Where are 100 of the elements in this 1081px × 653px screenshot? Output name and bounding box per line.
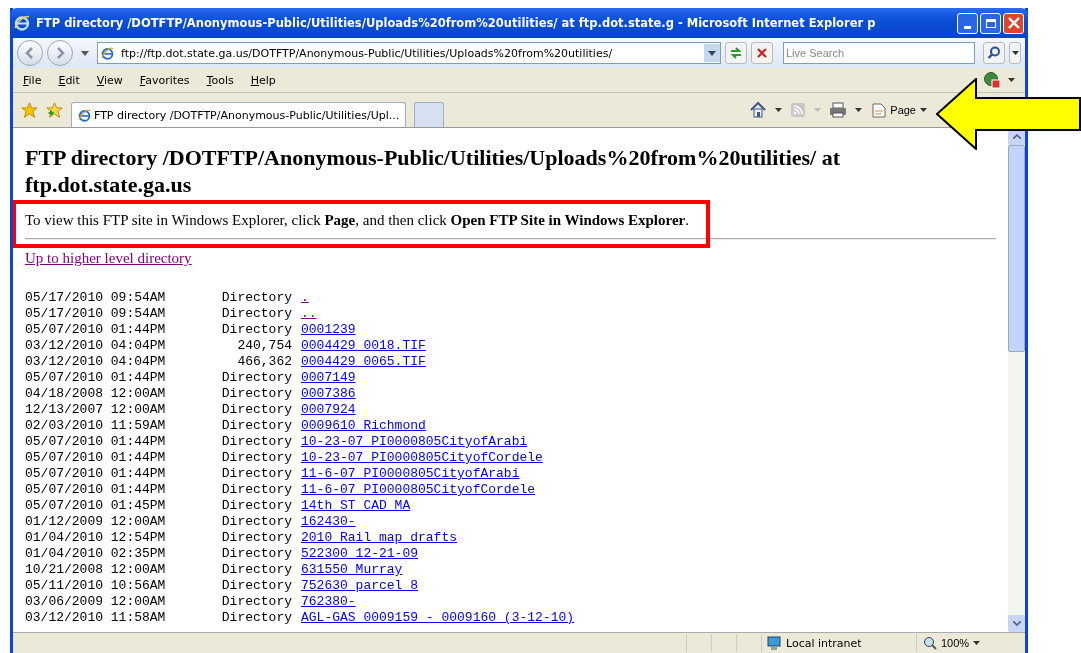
file-size: Directory	[220, 306, 293, 322]
file-link[interactable]: 0007386	[301, 386, 356, 401]
file-link[interactable]: 11-6-07_PI0000805CityofCordele	[301, 482, 536, 497]
file-link[interactable]: .	[301, 290, 309, 305]
file-link[interactable]: 2010 Rail map drafts	[301, 530, 458, 545]
caret-icon	[920, 108, 927, 112]
file-link[interactable]: 631550 Murray	[301, 562, 403, 577]
search-field[interactable]: Live Search	[783, 42, 975, 64]
minimize-button[interactable]	[957, 12, 978, 34]
home-icon[interactable]	[749, 101, 768, 119]
close-icon	[1006, 16, 1021, 30]
maximize-button[interactable]	[980, 12, 1001, 34]
favorites-star-icon[interactable]	[21, 101, 38, 119]
modified-date: 05/17/2010 09:54AM	[25, 306, 167, 322]
modified-date: 05/11/2010 10:56AM	[25, 578, 167, 594]
file-link[interactable]: 162430-	[301, 514, 356, 529]
file-size: Directory	[220, 466, 293, 482]
file-link[interactable]: 0004429_0018.TIF	[301, 338, 426, 353]
refresh-button[interactable]	[725, 42, 747, 64]
address-field[interactable]: ftp://ftp.dot.state.ga.us/DOTFTP/Anonymous-Public/Utilities/Uploads%20from%20utilities/	[97, 42, 721, 64]
file-link[interactable]: 522300 12-21-09	[301, 546, 419, 561]
modified-date: 03/12/2010 11:58AM	[25, 610, 167, 626]
menu-item[interactable]: Help	[250, 73, 276, 87]
menu-item[interactable]: Favorites	[139, 73, 190, 87]
globe-icon[interactable]	[983, 71, 1001, 89]
caret-icon	[1011, 51, 1019, 55]
modified-date: 10/21/2008 12:00AM	[25, 562, 167, 578]
up-chevron-icon	[1012, 134, 1021, 139]
search-options-button[interactable]	[1009, 42, 1021, 64]
file-link[interactable]: 0004429_0065.TIF	[301, 354, 426, 369]
parent-directory-link[interactable]: Up to higher level directory	[25, 250, 192, 266]
file-size: Directory	[220, 370, 293, 386]
caret-icon	[973, 641, 981, 645]
file-link[interactable]: 0009610 Richmond	[301, 418, 426, 433]
file-size: Directory	[220, 530, 293, 546]
forward-button[interactable]	[47, 40, 73, 66]
modified-date: 05/07/2010 01:45PM	[25, 498, 167, 514]
back-button[interactable]	[17, 40, 43, 66]
stop-button[interactable]	[751, 42, 773, 64]
zone-label: Local intranet	[786, 636, 862, 650]
file-size: Directory	[220, 482, 293, 498]
menu-item[interactable]: View	[96, 73, 123, 87]
modified-date: 01/12/2009 12:00AM	[25, 514, 167, 530]
close-button[interactable]	[1003, 12, 1024, 34]
page-heading: FTP directory /DOTFTP/Anonymous-Public/Utilities/Uploads%20from%20utilities/ at ftp.dot.state.ga.us	[25, 144, 842, 198]
dropdown-button[interactable]	[704, 44, 720, 62]
file-link[interactable]: 752630 parcel 8	[301, 578, 419, 593]
file-size: Directory	[220, 418, 293, 434]
search-icon	[987, 46, 1001, 60]
file-link[interactable]: 14th ST CAD_MA	[301, 498, 411, 513]
caret-icon[interactable]	[775, 108, 783, 112]
page-icon	[872, 102, 887, 118]
search-button[interactable]	[983, 42, 1005, 64]
file-link[interactable]: AGL-GAS 0009159 - 0009160 (3-12-10)	[301, 610, 575, 625]
modified-date: 03/12/2010 04:04PM	[25, 338, 167, 354]
file-link[interactable]: 0007149	[301, 370, 356, 385]
file-link[interactable]: 10-23-07_PI0000805CityofArabi	[301, 434, 528, 449]
modified-date: 05/07/2010 01:44PM	[25, 466, 167, 482]
file-size: Directory	[220, 290, 293, 306]
scrollbar-thumb[interactable]	[1008, 145, 1025, 352]
file-link[interactable]: 762380-	[301, 594, 356, 609]
minimize-icon	[964, 25, 971, 29]
file-size: Directory	[220, 514, 293, 530]
file-size: Directory	[220, 322, 293, 338]
vertical-scrollbar[interactable]	[1008, 128, 1025, 632]
modified-date: 05/07/2010 01:44PM	[25, 322, 167, 338]
window-title: FTP directory /DOTFTP/Anonymous-Public/Utilities/Uploads%20from%20utilities/ at ftp.dot.state.g - Microsoft Internet Explorer p	[36, 16, 877, 30]
caret-icon[interactable]	[1008, 78, 1015, 82]
file-size: Directory	[220, 578, 293, 594]
add-favorite-icon[interactable]	[46, 101, 63, 119]
modified-date: 03/12/2010 04:04PM	[25, 354, 167, 370]
file-link[interactable]: 10-23-07_PI0000805CityofCordele	[301, 450, 543, 465]
instruction-text: To view this FTP site in Windows Explorer, click Page, and then click Open FTP Site in Windows Explorer.	[25, 212, 690, 229]
file-link[interactable]: 0007924	[301, 402, 356, 417]
caret-icon[interactable]	[855, 108, 863, 112]
menu-item[interactable]: File	[23, 73, 42, 87]
menu-item[interactable]: Tools	[206, 73, 234, 87]
modified-date: 02/03/2010 11:59AM	[25, 418, 167, 434]
file-size: Directory	[220, 610, 293, 626]
file-size: 466,362	[236, 354, 293, 370]
file-size: Directory	[220, 498, 293, 514]
scroll-down-button[interactable]	[1008, 615, 1025, 632]
menu-item[interactable]: Edit	[58, 73, 80, 87]
file-link[interactable]: ..	[301, 306, 317, 321]
modified-date: 12/13/2007 12:00AM	[25, 402, 167, 418]
zoom-button[interactable]: 100%	[916, 634, 1011, 652]
browser-tab[interactable]: FTP directory /DOTFTP/Anonymous-Public/Utilities/Upl...	[71, 102, 407, 127]
page-logo-icon	[78, 108, 91, 122]
page-menu-button[interactable]: Page	[870, 100, 929, 120]
file-size: Directory	[220, 386, 293, 402]
print-icon[interactable]	[829, 102, 848, 118]
file-link[interactable]: 0001239	[301, 322, 356, 337]
caret-icon[interactable]	[81, 50, 89, 56]
network-computer-icon	[766, 635, 782, 651]
maximize-icon	[985, 18, 996, 28]
file-size: Directory	[220, 434, 293, 450]
file-link[interactable]: 11-6-07_PI0000805CityofArabi	[301, 466, 520, 481]
file-size: Directory	[220, 402, 293, 418]
modified-date: 01/04/2010 02:35PM	[25, 546, 167, 562]
modified-date: 04/18/2008 12:00AM	[25, 386, 167, 402]
